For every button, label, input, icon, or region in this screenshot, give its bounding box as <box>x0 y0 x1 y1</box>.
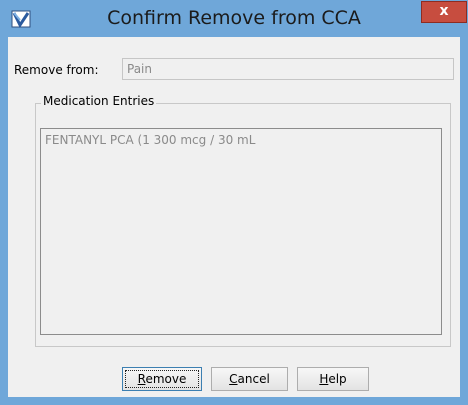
list-item[interactable]: FENTANYL PCA (1 300 mcg / 30 mL <box>45 133 255 147</box>
dialog-body: Remove from: Pain Medication Entries FEN… <box>8 37 460 397</box>
help-label-rest: elp <box>328 372 347 386</box>
remove-button[interactable]: Remove <box>122 367 202 391</box>
remove-from-field: Pain <box>122 58 454 80</box>
help-mnemonic: H <box>319 372 329 386</box>
close-button[interactable]: x <box>421 1 467 23</box>
window-title: Confirm Remove from CCA <box>107 7 361 29</box>
dialog-window: Confirm Remove from CCA x Remove from: P… <box>0 0 468 405</box>
remove-from-label: Remove from: <box>14 63 99 77</box>
cancel-button[interactable]: Cancel <box>211 367 288 391</box>
medication-entries-list[interactable]: FENTANYL PCA (1 300 mcg / 30 mL <box>40 128 442 335</box>
cancel-mnemonic: C <box>229 372 238 386</box>
medication-entries-title: Medication Entries <box>41 94 157 108</box>
cancel-label-rest: ancel <box>237 372 270 386</box>
close-icon: x <box>439 3 449 19</box>
help-button[interactable]: Help <box>297 367 369 391</box>
title-bar[interactable]: Confirm Remove from CCA x <box>1 1 467 37</box>
focus-rectangle <box>125 370 199 388</box>
